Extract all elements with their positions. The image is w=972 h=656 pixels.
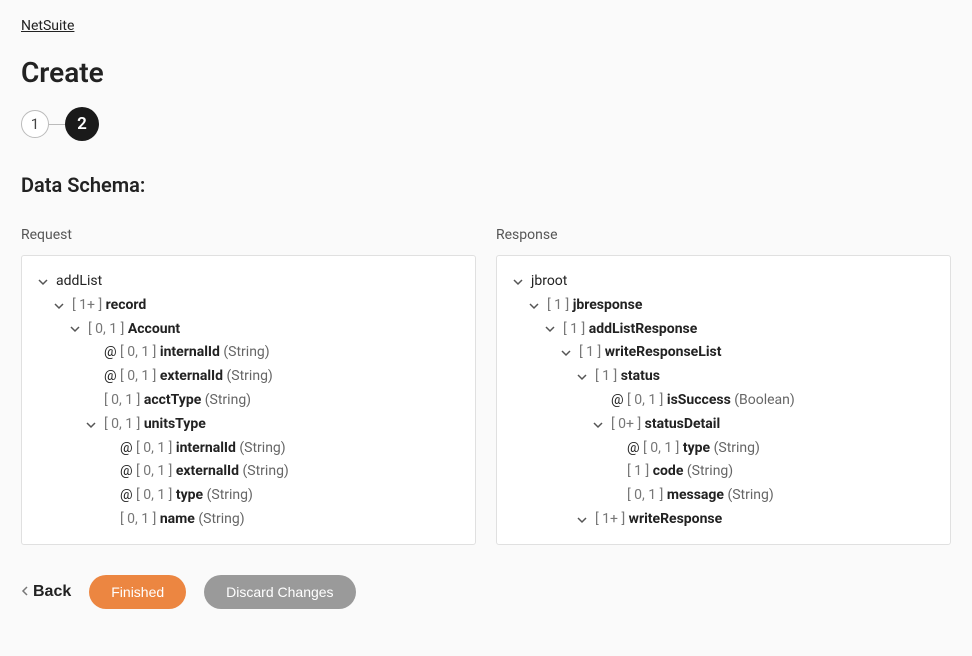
tree-node-label: [ 0, 1 ] name (String) <box>120 508 245 532</box>
chevron-down-icon[interactable] <box>68 322 82 336</box>
tree-node-label: @ [ 0, 1 ] externalId (String) <box>104 365 273 389</box>
back-button-label: Back <box>33 583 71 601</box>
section-heading: Data Schema: <box>21 173 951 197</box>
tree-node-label: [ 1 ] writeResponseList <box>579 341 721 365</box>
finished-button[interactable]: Finished <box>89 575 186 609</box>
chevron-down-icon[interactable] <box>575 513 589 527</box>
response-tree-node[interactable]: [ 1+ ] writeResponse <box>511 508 936 532</box>
response-tree-node: @ [ 0, 1 ] type (String) <box>511 437 936 461</box>
tree-node-label: [ 0+ ] statusDetail <box>611 413 720 437</box>
tree-node-label: [ 1 ] status <box>595 365 660 389</box>
tree-node-label: [ 1+ ] writeResponse <box>595 508 722 532</box>
tree-node-label: [ 1 ] code (String) <box>627 460 733 484</box>
request-tree-node[interactable]: [ 0, 1 ] Account <box>36 318 461 342</box>
response-tree-node[interactable]: [ 1 ] addListResponse <box>511 318 936 342</box>
request-tree-node: @ [ 0, 1 ] internalId (String) <box>36 341 461 365</box>
chevron-down-icon[interactable] <box>52 299 66 313</box>
response-tree-node[interactable]: [ 1 ] jbresponse <box>511 294 936 318</box>
request-tree-node[interactable]: [ 0, 1 ] unitsType <box>36 413 461 437</box>
request-label: Request <box>21 227 476 243</box>
request-tree-node[interactable]: [ 1+ ] record <box>36 294 461 318</box>
tree-node-label: [ 1 ] jbresponse <box>547 294 642 318</box>
tree-node-label: @ [ 0, 1 ] type (String) <box>627 437 760 461</box>
chevron-down-icon[interactable] <box>575 370 589 384</box>
step-connector <box>49 124 65 125</box>
request-tree-node: @ [ 0, 1 ] internalId (String) <box>36 437 461 461</box>
page-title: Create <box>21 56 951 89</box>
step-1[interactable]: 1 <box>21 110 49 138</box>
breadcrumb: NetSuite <box>21 18 951 34</box>
response-label: Response <box>496 227 951 243</box>
request-tree-node[interactable]: addList <box>36 270 461 294</box>
tree-node-label: [ 0, 1 ] Account <box>88 318 180 342</box>
tree-node-label: [ 0, 1 ] unitsType <box>104 413 206 437</box>
response-panel: jbroot[ 1 ] jbresponse[ 1 ] addListRespo… <box>496 255 951 545</box>
chevron-left-icon <box>21 585 29 599</box>
response-tree-node[interactable]: [ 0+ ] statusDetail <box>511 413 936 437</box>
step-2[interactable]: 2 <box>65 107 99 141</box>
tree-node-label: @ [ 0, 1 ] internalId (String) <box>104 341 270 365</box>
discard-changes-button[interactable]: Discard Changes <box>204 575 355 609</box>
request-tree-node: [ 0, 1 ] name (String) <box>36 508 461 532</box>
response-tree-node: @ [ 0, 1 ] isSuccess (Boolean) <box>511 389 936 413</box>
request-tree-node: [ 0, 1 ] acctType (String) <box>36 389 461 413</box>
tree-node-label: @ [ 0, 1 ] type (String) <box>120 484 253 508</box>
tree-node-label: addList <box>56 270 102 294</box>
request-panel: addList[ 1+ ] record[ 0, 1 ] Account@ [ … <box>21 255 476 545</box>
tree-node-label: @ [ 0, 1 ] externalId (String) <box>120 460 289 484</box>
tree-node-label: [ 1+ ] record <box>72 294 146 318</box>
tree-node-label: [ 1 ] addListResponse <box>563 318 697 342</box>
tree-node-label: jbroot <box>531 270 567 294</box>
chevron-down-icon[interactable] <box>84 418 98 432</box>
response-tree-node[interactable]: [ 1 ] writeResponseList <box>511 341 936 365</box>
stepper: 1 2 <box>21 107 951 141</box>
tree-node-label: @ [ 0, 1 ] isSuccess (Boolean) <box>611 389 795 413</box>
request-tree-node: @ [ 0, 1 ] type (String) <box>36 484 461 508</box>
response-tree-node: [ 1 ] code (String) <box>511 460 936 484</box>
chevron-down-icon[interactable] <box>591 418 605 432</box>
chevron-down-icon[interactable] <box>543 322 557 336</box>
tree-node-label: [ 0, 1 ] acctType (String) <box>104 389 251 413</box>
response-tree-node[interactable]: [ 1 ] status <box>511 365 936 389</box>
back-button[interactable]: Back <box>21 579 71 605</box>
chevron-down-icon[interactable] <box>36 275 50 289</box>
response-tree-node[interactable]: jbroot <box>511 270 936 294</box>
request-tree-node: @ [ 0, 1 ] externalId (String) <box>36 365 461 389</box>
response-tree-node: [ 0, 1 ] message (String) <box>511 484 936 508</box>
chevron-down-icon[interactable] <box>527 299 541 313</box>
request-tree-node: @ [ 0, 1 ] externalId (String) <box>36 460 461 484</box>
tree-node-label: [ 0, 1 ] message (String) <box>627 484 774 508</box>
chevron-down-icon[interactable] <box>559 346 573 360</box>
tree-node-label: @ [ 0, 1 ] internalId (String) <box>120 437 286 461</box>
breadcrumb-link-netsuite[interactable]: NetSuite <box>21 18 74 34</box>
chevron-down-icon[interactable] <box>511 275 525 289</box>
